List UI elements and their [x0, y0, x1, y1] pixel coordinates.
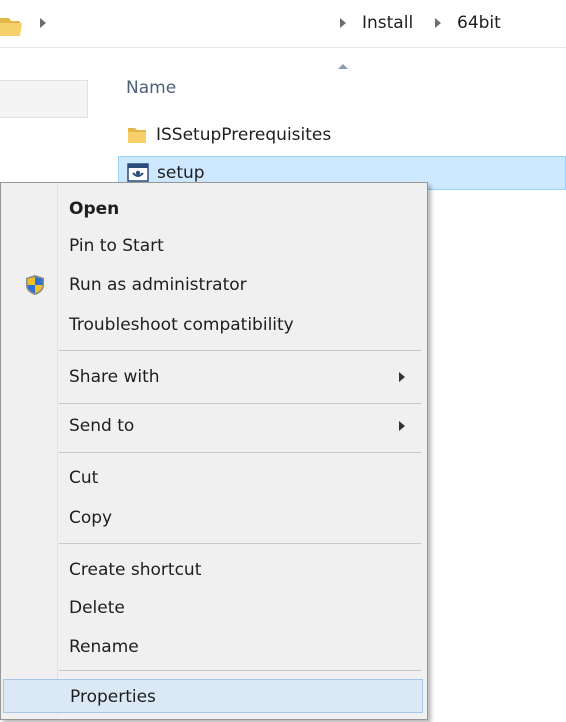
menu-item-create-shortcut[interactable]: Create shortcut — [3, 553, 423, 587]
folder-icon — [128, 128, 146, 143]
list-item[interactable]: ISSetupPrerequisites — [118, 118, 418, 152]
sort-ascending-icon — [338, 64, 348, 69]
navigation-pane-item[interactable] — [0, 80, 88, 118]
breadcrumb-chevron-icon[interactable] — [435, 18, 441, 28]
menu-item-rename[interactable]: Rename — [3, 630, 423, 664]
menu-item-open[interactable]: Open — [3, 192, 423, 226]
address-bar[interactable]: Install 64bit — [0, 0, 566, 48]
menu-item-send-to[interactable]: Send to — [3, 409, 423, 443]
menu-item-label: Delete — [69, 598, 125, 618]
menu-item-label: Pin to Start — [69, 236, 164, 256]
breadcrumb-chevron-icon[interactable] — [340, 18, 346, 28]
menu-item-label: Properties — [70, 687, 156, 707]
menu-item-delete[interactable]: Delete — [3, 591, 423, 625]
menu-separator — [59, 350, 421, 351]
context-menu: Open Pin to Start Run as administrator T… — [0, 182, 428, 720]
submenu-arrow-icon — [399, 421, 405, 431]
breadcrumb-install[interactable]: Install — [362, 10, 413, 36]
menu-item-run-as-administrator[interactable]: Run as administrator — [3, 268, 423, 302]
menu-item-label: Rename — [69, 637, 139, 657]
breadcrumb-64bit[interactable]: 64bit — [457, 10, 501, 36]
menu-item-copy[interactable]: Copy — [3, 501, 423, 535]
menu-separator — [59, 403, 421, 404]
menu-item-troubleshoot-compatibility[interactable]: Troubleshoot compatibility — [3, 308, 423, 342]
menu-separator — [59, 452, 421, 453]
menu-item-label: Copy — [69, 508, 113, 528]
menu-item-pin-to-start[interactable]: Pin to Start — [3, 229, 423, 263]
menu-item-label: Run as administrator — [69, 275, 247, 295]
file-name: setup — [157, 163, 205, 183]
menu-item-label: Open — [69, 199, 120, 219]
file-name: ISSetupPrerequisites — [156, 125, 332, 145]
menu-item-label: Cut — [69, 468, 99, 488]
folder-icon[interactable] — [0, 12, 24, 38]
uac-shield-icon — [26, 275, 44, 295]
menu-item-properties[interactable]: Properties — [3, 679, 423, 713]
file-explorer-window: Install 64bit Name ISSetupPrerequisites … — [0, 0, 566, 722]
breadcrumb-chevron-icon[interactable] — [40, 18, 46, 28]
menu-separator — [59, 670, 421, 671]
menu-item-share-with[interactable]: Share with — [3, 360, 423, 394]
menu-item-label: Create shortcut — [69, 560, 202, 580]
menu-item-label: Share with — [69, 367, 160, 387]
menu-separator — [59, 543, 421, 544]
column-header-name[interactable]: Name — [126, 76, 176, 100]
menu-item-label: Send to — [69, 416, 135, 436]
setup-exe-icon — [127, 163, 149, 182]
submenu-arrow-icon — [399, 372, 405, 382]
menu-item-cut[interactable]: Cut — [3, 461, 423, 495]
menu-item-label: Troubleshoot compatibility — [69, 315, 294, 335]
